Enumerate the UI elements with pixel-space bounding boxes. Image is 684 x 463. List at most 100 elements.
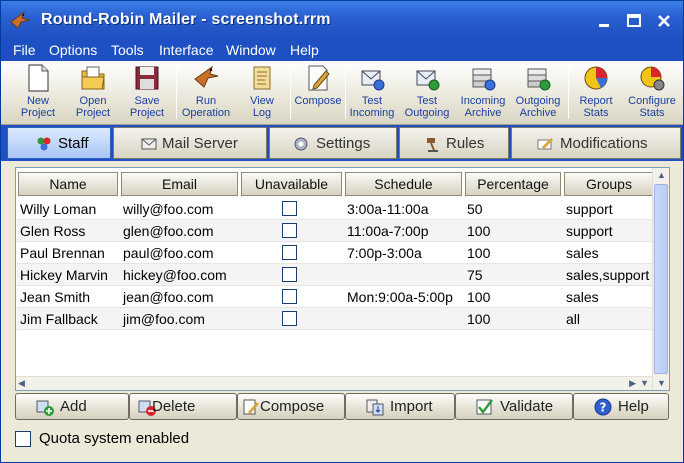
cell-schedule: Mon:9:00a-5:00p — [347, 289, 453, 305]
button-label: Import — [390, 398, 433, 415]
tab-rules[interactable]: Rules — [399, 127, 509, 159]
vertical-scroll-thumb[interactable] — [654, 184, 668, 374]
cell-email: jim@foo.com — [123, 311, 205, 327]
close-button[interactable] — [653, 10, 675, 32]
table-row[interactable]: Paul Brennan paul@foo.com 7:00p-3:00a 10… — [17, 242, 653, 264]
cell-groups: all — [566, 311, 581, 327]
configure-stats-button[interactable]: Configure Stats — [623, 63, 681, 123]
menu-bar: File Options Tools Interface Window Help — [1, 39, 683, 61]
compose-toolbar-button[interactable]: Compose — [292, 63, 344, 123]
toolbar-label: Run — [195, 95, 217, 107]
toolbar-label: Open — [79, 95, 107, 107]
table-row[interactable]: Willy Loman willy@foo.com 3:00a-11:00a 5… — [17, 198, 653, 220]
button-label: Compose — [260, 398, 325, 415]
incoming-archive-button[interactable]: Incoming Archive — [456, 63, 510, 123]
tab-mail-server[interactable]: Mail Server — [113, 127, 267, 159]
staff-people-icon — [37, 137, 51, 151]
import-button[interactable]: Import — [345, 393, 455, 420]
menu-interface[interactable]: Interface — [159, 42, 213, 58]
test-outgoing-button[interactable]: Test Outgoing — [400, 63, 454, 123]
unavailable-checkbox[interactable] — [282, 311, 297, 326]
toolbar: New Project Open Project Save Project Run Op… — [1, 61, 683, 125]
maximize-icon — [627, 14, 641, 27]
configure-stats-icon — [640, 66, 665, 91]
title-bar: Round-Robin Mailer - screenshot.rrm — [1, 1, 683, 39]
maximize-button[interactable] — [623, 10, 645, 32]
compose-pencil-icon — [243, 399, 259, 415]
cell-name: Glen Ross — [20, 223, 86, 239]
menu-window[interactable]: Window — [226, 42, 276, 58]
menu-help[interactable]: Help — [290, 42, 319, 58]
new-project-button[interactable]: New Project — [11, 63, 65, 123]
menu-file[interactable]: File — [13, 42, 36, 58]
compose-pencil-icon — [308, 65, 330, 91]
delete-button[interactable]: Delete — [129, 393, 237, 420]
unavailable-checkbox[interactable] — [282, 201, 297, 216]
cell-groups: sales — [566, 245, 599, 261]
scroll-down-small-arrow-icon[interactable]: ▼ — [640, 378, 649, 388]
toolbar-label: Save — [134, 95, 160, 107]
unavailable-checkbox[interactable] — [282, 223, 297, 238]
add-button[interactable]: Add — [15, 393, 129, 420]
menu-options[interactable]: Options — [49, 42, 97, 58]
test-outgoing-icon — [416, 70, 440, 91]
view-log-button[interactable]: View Log — [237, 63, 287, 123]
staff-table: Name Email Unavailable Schedule Percenta… — [15, 167, 670, 391]
help-button[interactable]: ? Help — [573, 393, 669, 420]
column-header-percentage[interactable]: Percentage — [465, 172, 561, 196]
scroll-down-arrow-icon[interactable]: ▼ — [657, 378, 666, 388]
toolbar-label: Operation — [181, 107, 231, 119]
outgoing-archive-button[interactable]: Outgoing Archive — [511, 63, 565, 123]
table-row[interactable]: Glen Ross glen@foo.com 11:00a-7:00p 100 … — [17, 220, 653, 242]
quota-checkbox-box[interactable] — [15, 431, 31, 447]
cell-percentage: 100 — [467, 245, 491, 261]
toolbar-label: Stats — [583, 107, 609, 119]
add-staff-icon — [36, 400, 54, 416]
floppy-disk-icon — [135, 66, 159, 90]
cell-email: glen@foo.com — [123, 223, 214, 239]
table-row[interactable]: Hickey Marvin hickey@foo.com 75 sales,su… — [17, 264, 653, 286]
report-stats-button[interactable]: Report Stats — [571, 63, 621, 123]
checkmark-icon — [476, 399, 493, 415]
tab-modifications[interactable]: Modifications — [511, 127, 681, 159]
test-incoming-icon — [361, 70, 385, 91]
cell-schedule: 3:00a-11:00a — [347, 201, 429, 217]
test-incoming-button[interactable]: Test Incoming — [346, 63, 398, 123]
toolbar-label: Compose — [294, 95, 342, 107]
scroll-up-arrow-icon[interactable]: ▲ — [657, 170, 666, 180]
tab-bar: Staff Mail Server Settings Rules Modific… — [1, 125, 683, 161]
cell-percentage: 75 — [467, 267, 483, 283]
run-operation-button[interactable]: Run Operation — [178, 63, 234, 123]
cell-name: Hickey Marvin — [20, 267, 108, 283]
scroll-right-arrow-icon[interactable]: ▶ — [629, 378, 636, 389]
tab-label: Staff — [58, 135, 89, 152]
unavailable-checkbox[interactable] — [282, 289, 297, 304]
save-project-button[interactable]: Save Project — [121, 63, 173, 123]
tab-staff[interactable]: Staff — [7, 127, 111, 159]
toolbar-label: Stats — [639, 107, 665, 119]
column-header-schedule[interactable]: Schedule — [345, 172, 462, 196]
tab-settings[interactable]: Settings — [269, 127, 397, 159]
toolbar-separator — [290, 67, 291, 119]
vertical-scrollbar[interactable]: ▲ ▼ — [652, 168, 669, 390]
column-header-unavailable[interactable]: Unavailable — [241, 172, 342, 196]
cell-schedule: 7:00p-3:00a — [347, 245, 422, 261]
toolbar-label: Test — [361, 95, 383, 107]
validate-button[interactable]: Validate — [455, 393, 573, 420]
table-row[interactable]: Jim Fallback jim@foo.com 100 all — [17, 308, 653, 330]
scroll-left-arrow-icon[interactable]: ◀ — [18, 378, 25, 389]
unavailable-checkbox[interactable] — [282, 245, 297, 260]
horizontal-scrollbar[interactable]: ◀ ▶ ▼ — [16, 376, 652, 390]
table-row[interactable]: Jean Smith jean@foo.com Mon:9:00a-5:00p … — [17, 286, 653, 308]
menu-tools[interactable]: Tools — [111, 42, 144, 58]
cell-groups: support — [566, 201, 613, 217]
column-header-email[interactable]: Email — [121, 172, 238, 196]
open-project-button[interactable]: Open Project — [67, 63, 119, 123]
column-header-name[interactable]: Name — [18, 172, 118, 196]
tab-label: Modifications — [560, 135, 648, 152]
column-header-groups[interactable]: Groups — [564, 172, 654, 196]
compose-button[interactable]: Compose — [237, 393, 345, 420]
unavailable-checkbox[interactable] — [282, 267, 297, 282]
minimize-button[interactable] — [593, 10, 615, 32]
mail-server-icon — [141, 138, 157, 150]
